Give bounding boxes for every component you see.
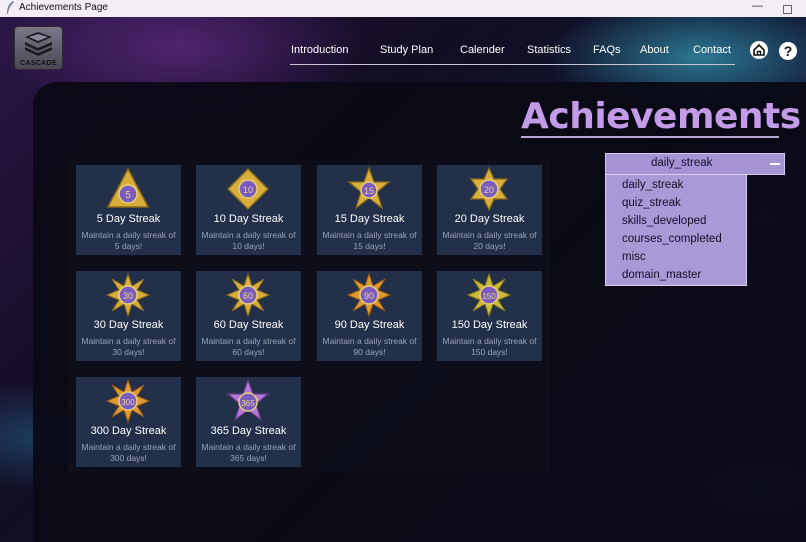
svg-text:365: 365 [241,399,255,408]
achievement-card[interactable]: 60 60 Day Streak Maintain a daily streak… [196,271,301,361]
title-underline [521,136,779,138]
menu-item-domain-master[interactable]: domain_master [622,269,701,281]
achievement-card[interactable]: 300 300 Day Streak Maintain a daily stre… [76,377,181,467]
achievement-description: Maintain a daily streak of 365 days! [201,442,296,463]
diamond-badge-icon: 10 [226,167,270,211]
achievement-description: Maintain a daily streak of 60 days! [201,336,296,357]
achievement-card[interactable]: 150 150 Day Streak Maintain a daily stre… [437,271,542,361]
svg-text:300: 300 [121,398,135,407]
nav-contact[interactable]: Contact [693,44,731,56]
menu-item-courses-completed[interactable]: courses_completed [622,233,722,245]
sunburst-badge-icon: 300 [106,379,150,423]
achievement-name: 60 Day Streak [213,319,284,331]
maximize-button[interactable] [783,5,792,14]
top-navigation: Introduction Study Plan Calender Statist… [290,43,735,65]
achievement-description: Maintain a daily streak of 150 days! [442,336,537,357]
achievement-card[interactable]: 5 5 Day Streak Maintain a daily streak o… [76,165,181,255]
sunburst-badge-icon: 150 [467,273,511,317]
home-button[interactable] [750,41,768,59]
logo-label: CASCADE [20,60,57,67]
achievement-card[interactable]: 20 20 Day Streak Maintain a daily streak… [437,165,542,255]
category-dropdown[interactable]: daily_streak [605,153,785,175]
nav-faqs[interactable]: FAQs [593,44,621,56]
achievement-description: Maintain a daily streak of 20 days! [442,230,537,251]
nav-introduction[interactable]: Introduction [291,44,348,56]
achievement-card[interactable]: 30 30 Day Streak Maintain a daily streak… [76,271,181,361]
hexstar-badge-icon: 20 [469,167,509,211]
svg-text:60: 60 [243,291,253,301]
feather-icon [7,1,14,14]
achievement-name: 10 Day Streak [213,213,284,225]
achievement-name: 150 Day Streak [451,319,528,331]
achievement-name: 30 Day Streak [93,319,164,331]
achievement-description: Maintain a daily streak of 5 days! [81,230,176,251]
achievement-description: Maintain a daily streak of 10 days! [201,230,296,251]
achievement-description: Maintain a daily streak of 90 days! [322,336,417,357]
achievement-name: 365 Day Streak [210,425,287,437]
star-badge-icon: 365 [226,379,270,422]
menu-item-daily-streak[interactable]: daily_streak [622,179,683,191]
nav-about[interactable]: About [640,44,669,56]
menu-item-quiz-streak[interactable]: quiz_streak [622,197,681,209]
nav-statistics[interactable]: Statistics [527,44,571,56]
sunburst-badge-icon: 90 [347,273,391,317]
achievement-card[interactable]: 15 15 Day Streak Maintain a daily streak… [317,165,422,255]
achievement-name: 90 Day Streak [334,319,405,331]
menu-item-skills-developed[interactable]: skills_developed [622,215,706,227]
dropdown-arrow-icon[interactable] [770,163,780,165]
achievement-card[interactable]: 10 10 Day Streak Maintain a daily streak… [196,165,301,255]
achievement-name: 15 Day Streak [334,213,405,225]
window-title: Achievements Page [19,2,108,13]
svg-text:20: 20 [484,185,494,195]
svg-text:30: 30 [123,291,133,301]
star-badge-icon: 60 [226,273,270,317]
triangle-badge-icon: 5 [106,167,150,208]
help-button[interactable]: ? [779,42,797,60]
achievement-card[interactable]: 90 90 Day Streak Maintain a daily streak… [317,271,422,361]
svg-text:5: 5 [125,190,131,201]
book-stack-icon [25,32,52,56]
achievement-name: 20 Day Streak [454,213,525,225]
minimize-button[interactable]: — [752,0,763,12]
achievement-description: Maintain a daily streak of 15 days! [322,230,417,251]
home-icon [753,43,765,56]
achievement-name: 300 Day Streak [90,425,167,437]
achievement-card[interactable]: 365 365 Day Streak Maintain a daily stre… [196,377,301,467]
category-dropdown-menu: daily_streak quiz_streak skills_develope… [605,174,747,286]
svg-text:15: 15 [364,186,374,196]
star-badge-icon: 15 [347,167,391,210]
achievement-description: Maintain a daily streak of 300 days! [81,442,176,463]
achievement-description: Maintain a daily streak of 30 days! [81,336,176,357]
achievement-name: 5 Day Streak [96,213,161,225]
svg-text:90: 90 [364,291,374,301]
nav-study-plan[interactable]: Study Plan [380,44,433,56]
dropdown-selected-value: daily_streak [651,157,713,169]
svg-text:10: 10 [243,185,253,195]
cascade-logo[interactable]: CASCADE [14,26,63,70]
achievements-grid: 5 5 Day Streak Maintain a daily streak o… [68,160,550,472]
window-titlebar: Achievements Page — [0,0,806,18]
nav-calender[interactable]: Calender [460,44,505,56]
page-title: Achievements [521,96,801,137]
svg-text:150: 150 [482,292,496,301]
menu-item-misc[interactable]: misc [622,251,646,263]
star-badge-icon: 30 [106,273,150,317]
